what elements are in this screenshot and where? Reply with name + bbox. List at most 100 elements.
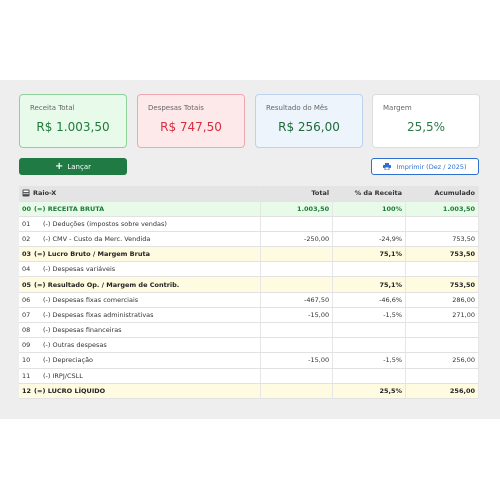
header-acc: Acumulado xyxy=(405,186,479,202)
row-acc: 1.003,50 xyxy=(405,201,479,217)
table-row: 05 (=) Resultado Op. / Margem de Contrib.… xyxy=(19,276,479,293)
row-code: 02 xyxy=(22,234,31,243)
table-row: 10 (-) Depreciação -15,00 -1,5% 256,00 xyxy=(19,352,479,369)
row-total xyxy=(260,216,334,232)
card-label: Receita Total xyxy=(30,104,75,112)
row-acc: 256,00 xyxy=(405,352,479,369)
row-code: 09 xyxy=(22,341,31,350)
header-total: Total xyxy=(260,186,334,202)
row-perc xyxy=(332,337,407,354)
raio-x-table: Raio-X Total % da Receita Acumulado 00 (=… xyxy=(19,186,479,399)
row-description: 05 (=) Resultado Op. / Margem de Contrib. xyxy=(19,276,262,293)
row-perc: 75,1% xyxy=(332,276,407,293)
row-label: (-) IRPJ/CSLL xyxy=(43,371,83,380)
card-label: Margem xyxy=(383,104,412,112)
card-label: Resultado do Mês xyxy=(266,104,328,112)
row-acc xyxy=(405,322,479,339)
table-row: 04 (-) Despesas variáveis xyxy=(19,261,479,278)
table-row: 03 (=) Lucro Bruto / Margem Bruta 75,1% 753… xyxy=(19,246,479,263)
row-perc: -1,5% xyxy=(332,352,407,369)
row-acc xyxy=(405,368,479,384)
row-total xyxy=(260,383,334,399)
row-acc: 256,00 xyxy=(405,383,479,399)
table-row: 02 (-) CMV - Custo da Merc. Vendida -250,0… xyxy=(19,231,479,248)
card-resultado-mes: Resultado do Mês R$ 256,00 xyxy=(255,94,363,148)
row-acc xyxy=(405,337,479,354)
row-code: 04 xyxy=(22,265,31,274)
row-acc: 753,50 xyxy=(405,276,479,293)
row-description: 12 (=) LUCRO LÍQUIDO xyxy=(19,383,262,399)
card-margem: Margem 25,5% xyxy=(372,94,480,148)
row-acc: 753,50 xyxy=(405,246,479,263)
row-label: (=) Resultado Op. / Margem de Contrib. xyxy=(34,280,180,289)
row-total xyxy=(260,322,334,339)
row-perc: 75,1% xyxy=(332,246,407,263)
row-acc xyxy=(405,261,479,278)
row-acc: 271,00 xyxy=(405,307,479,324)
row-label: (-) Depreciação xyxy=(43,356,94,365)
row-total: -250,00 xyxy=(260,231,334,248)
summary-cards: Receita Total R$ 1.003,50 Despesas Totai… xyxy=(19,94,480,148)
row-total: -15,00 xyxy=(260,352,334,369)
header-perc: % da Receita xyxy=(332,186,407,202)
row-label: (-) CMV - Custo da Merc. Vendida xyxy=(43,234,151,243)
row-description: 01 (-) Deduções (impostos sobre vendas) xyxy=(19,216,262,232)
row-perc: 25,5% xyxy=(332,383,407,399)
row-label: (-) Despesas fixas administrativas xyxy=(43,310,154,319)
row-total xyxy=(260,337,334,354)
row-description: 06 (-) Despesas fixas comerciais xyxy=(19,292,262,308)
table-row: 08 (-) Despesas financeiras xyxy=(19,322,479,339)
row-label: (-) Outras despesas xyxy=(43,341,107,350)
row-code: 03 xyxy=(22,250,32,259)
add-entry-button[interactable]: + Lançar xyxy=(19,158,127,175)
row-total xyxy=(260,368,334,384)
table-row: 06 (-) Despesas fixas comerciais -467,50 -4… xyxy=(19,292,479,308)
row-total xyxy=(260,276,334,293)
table-row: 00 (=) RECEITA BRUTA 1.003,50 100% 1.003,50 xyxy=(19,201,479,217)
row-code: 01 xyxy=(22,219,31,228)
row-label: (=) Lucro Bruto / Margem Bruta xyxy=(34,250,150,259)
header-label: Raio-X xyxy=(33,189,57,198)
table-row: 11 (-) IRPJ/CSLL xyxy=(19,368,479,384)
plus-icon: + xyxy=(54,160,64,172)
row-perc: -1,5% xyxy=(332,307,407,324)
row-description: 09 (-) Outras despesas xyxy=(19,337,262,354)
table-row: 12 (=) LUCRO LÍQUIDO 25,5% 256,00 xyxy=(19,383,479,399)
row-description: 00 (=) RECEITA BRUTA xyxy=(19,201,262,217)
print-button[interactable]: Imprimir (Dez / 2025) xyxy=(371,158,479,175)
row-total: 1.003,50 xyxy=(260,201,334,217)
row-description: 11 (-) IRPJ/CSLL xyxy=(19,368,262,384)
row-description: 08 (-) Despesas financeiras xyxy=(19,322,262,339)
card-value: R$ 1.003,50 xyxy=(36,120,110,134)
card-value: 25,5% xyxy=(406,120,446,134)
row-code: 08 xyxy=(22,326,31,335)
card-receita-total: Receita Total R$ 1.003,50 xyxy=(19,94,127,148)
row-perc xyxy=(332,368,407,384)
row-total: -15,00 xyxy=(260,307,334,324)
card-label: Despesas Totais xyxy=(148,104,204,112)
row-label: (-) Despesas financeiras xyxy=(43,326,122,335)
row-label: (-) Despesas fixas comerciais xyxy=(43,295,139,304)
header-raio-x: Raio-X xyxy=(19,186,262,202)
row-code: 11 xyxy=(22,371,31,380)
row-perc xyxy=(332,261,407,278)
row-total xyxy=(260,246,334,263)
print-label: Imprimir (Dez / 2025) xyxy=(396,162,467,171)
row-label: (-) Deduções (impostos sobre vendas) xyxy=(43,219,167,228)
row-perc xyxy=(332,322,407,339)
printer-icon xyxy=(383,163,392,170)
row-label: (=) LUCRO LÍQUIDO xyxy=(34,386,106,395)
card-value: R$ 256,00 xyxy=(278,120,340,134)
row-code: 06 xyxy=(22,295,31,304)
row-code: 12 xyxy=(22,386,32,395)
card-value: R$ 747,50 xyxy=(160,120,222,134)
row-description: 03 (=) Lucro Bruto / Margem Bruta xyxy=(19,246,262,263)
row-label: (-) Despesas variáveis xyxy=(43,265,116,274)
add-entry-label: Lançar xyxy=(67,162,92,171)
row-description: 02 (-) CMV - Custo da Merc. Vendida xyxy=(19,231,262,248)
row-code: 10 xyxy=(22,356,31,365)
row-perc: -24,9% xyxy=(332,231,407,248)
row-total xyxy=(260,261,334,278)
row-acc xyxy=(405,216,479,232)
row-perc: 100% xyxy=(332,201,407,217)
